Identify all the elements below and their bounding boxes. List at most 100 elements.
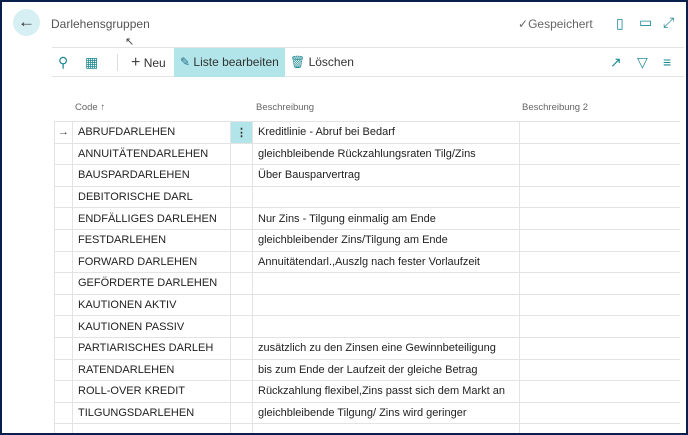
data-table: → ABRUFDARLEHEN ⋮ Kreditlinie - Abruf be… bbox=[54, 121, 680, 433]
cell-description2[interactable] bbox=[519, 293, 680, 317]
row-indicator bbox=[54, 142, 73, 166]
back-button[interactable]: ← bbox=[13, 9, 40, 36]
row-actions-cell[interactable] bbox=[230, 380, 253, 403]
cell-description2[interactable] bbox=[519, 380, 680, 403]
row-actions-cell[interactable] bbox=[230, 336, 253, 360]
cell-description2[interactable] bbox=[519, 121, 680, 144]
cell-description2[interactable] bbox=[519, 185, 680, 209]
table-row[interactable]: TILGUNGSDARLEHEN gleichbleibende Tilgung… bbox=[54, 401, 680, 425]
column-header-description2[interactable]: Beschreibung 2 bbox=[522, 102, 588, 113]
row-actions-cell[interactable] bbox=[230, 228, 253, 252]
row-indicator bbox=[54, 207, 73, 230]
cell-code[interactable]: KAUTIONEN PASSIV bbox=[72, 315, 231, 338]
cell-description[interactable] bbox=[252, 423, 520, 433]
cell-code[interactable]: DEBITORISCHE DARL bbox=[72, 185, 231, 209]
table-row[interactable] bbox=[54, 423, 680, 433]
row-actions-cell[interactable] bbox=[230, 293, 253, 317]
row-indicator bbox=[54, 185, 73, 209]
expand-icon[interactable]: ⤢ bbox=[663, 14, 674, 31]
cell-description[interactable] bbox=[252, 315, 520, 338]
row-actions-cell[interactable] bbox=[230, 142, 253, 166]
table-row[interactable]: DEBITORISCHE DARL bbox=[54, 185, 680, 209]
row-indicator bbox=[54, 272, 73, 295]
cell-description[interactable] bbox=[252, 293, 520, 317]
cell-description2[interactable] bbox=[519, 228, 680, 252]
cell-description2[interactable] bbox=[519, 164, 680, 187]
cell-description[interactable]: Annuitätendarl.,Auszlg nach fester Vorla… bbox=[252, 250, 520, 274]
cell-code[interactable]: ANNUITÄTENDARLEHEN bbox=[72, 142, 231, 166]
search-icon[interactable]: ⚲ bbox=[58, 48, 68, 77]
cell-description[interactable]: zusätzlich zu den Zinsen eine Gewinnbete… bbox=[252, 336, 520, 360]
table-row[interactable]: GEFÖRDERTE DARLEHEN bbox=[54, 272, 680, 295]
table-row[interactable]: ANNUITÄTENDARLEHEN gleichbleibende Rückz… bbox=[54, 142, 680, 166]
table-row[interactable]: KAUTIONEN AKTIV bbox=[54, 293, 680, 317]
cell-description[interactable] bbox=[252, 185, 520, 209]
table-row[interactable]: ENDFÄLLIGES DARLEHEN Nur Zins - Tilgung … bbox=[54, 207, 680, 230]
column-header-code[interactable]: Code ↑ bbox=[75, 102, 105, 113]
row-actions-cell[interactable] bbox=[230, 423, 253, 433]
cell-code[interactable]: PARTIARISCHES DARLEH bbox=[72, 336, 231, 360]
cell-description[interactable]: Nur Zins - Tilgung einmalig am Ende bbox=[252, 207, 520, 230]
view-layout-icon[interactable]: ▦ bbox=[85, 48, 98, 77]
cell-description[interactable]: gleichbleibende Rückzahlungsraten Tilg/Z… bbox=[252, 142, 520, 166]
cell-description[interactable]: gleichbleibender Zins/Tilgung am Ende bbox=[252, 228, 520, 252]
filter-icon[interactable]: ▽ bbox=[637, 48, 648, 77]
cell-description2[interactable] bbox=[519, 423, 680, 433]
open-new-window-icon[interactable]: ▭ bbox=[639, 14, 652, 31]
table-row[interactable]: BAUSPARDARLEHEN Über Bausparvertrag bbox=[54, 164, 680, 187]
cell-description2[interactable] bbox=[519, 358, 680, 382]
cell-code[interactable]: FESTDARLEHEN bbox=[72, 228, 231, 252]
cell-code[interactable]: ABRUFDARLEHEN bbox=[72, 121, 231, 144]
cell-code[interactable]: KAUTIONEN AKTIV bbox=[72, 293, 231, 317]
table-row[interactable]: PARTIARISCHES DARLEH zusätzlich zu den Z… bbox=[54, 336, 680, 360]
row-actions-cell[interactable] bbox=[230, 185, 253, 209]
page-window: ← Darlehensgruppen ↖ ✓Gespeichert ▯ ▭ ⤢ … bbox=[2, 2, 686, 433]
cell-description2[interactable] bbox=[519, 142, 680, 166]
table-row[interactable]: FESTDARLEHEN gleichbleibender Zins/Tilgu… bbox=[54, 228, 680, 252]
cell-code[interactable]: ROLL-OVER KREDIT bbox=[72, 380, 231, 403]
new-button[interactable]: + Neu bbox=[131, 48, 166, 77]
cell-code[interactable] bbox=[72, 423, 231, 433]
row-actions-cell[interactable] bbox=[230, 401, 253, 425]
share-icon[interactable]: ↗ bbox=[610, 48, 622, 77]
bookmark-icon[interactable]: ▯ bbox=[616, 15, 624, 32]
cell-code[interactable]: RATENDARLEHEN bbox=[72, 358, 231, 382]
row-actions-cell[interactable] bbox=[230, 164, 253, 187]
row-actions-cell[interactable] bbox=[230, 315, 253, 338]
column-header-description[interactable]: Beschreibung bbox=[256, 102, 314, 113]
table-row[interactable]: KAUTIONEN PASSIV bbox=[54, 315, 680, 338]
table-row[interactable]: RATENDARLEHEN bis zum Ende der Laufzeit … bbox=[54, 358, 680, 382]
row-indicator bbox=[54, 164, 73, 187]
cell-description2[interactable] bbox=[519, 315, 680, 338]
edit-list-button[interactable]: ✎ Liste bearbeiten bbox=[174, 48, 285, 77]
cell-description2[interactable] bbox=[519, 272, 680, 295]
cell-description[interactable]: Rückzahlung flexibel,Zins passt sich dem… bbox=[252, 380, 520, 403]
cell-description2[interactable] bbox=[519, 207, 680, 230]
cell-description[interactable]: Kreditlinie - Abruf bei Bedarf bbox=[252, 121, 520, 144]
cell-description2[interactable] bbox=[519, 336, 680, 360]
cell-code[interactable]: FORWARD DARLEHEN bbox=[72, 250, 231, 274]
cell-description[interactable]: gleichbleibende Tilgung/ Zins wird gerin… bbox=[252, 401, 520, 425]
row-actions-icon[interactable]: ⋮ bbox=[230, 121, 253, 144]
row-actions-cell[interactable] bbox=[230, 207, 253, 230]
list-view-icon[interactable]: ≡ bbox=[663, 48, 671, 77]
cell-code[interactable]: GEFÖRDERTE DARLEHEN bbox=[72, 272, 231, 295]
row-actions-cell[interactable] bbox=[230, 272, 253, 295]
cell-description2[interactable] bbox=[519, 250, 680, 274]
row-actions-cell[interactable] bbox=[230, 358, 253, 382]
table-row[interactable]: ROLL-OVER KREDIT Rückzahlung flexibel,Zi… bbox=[54, 380, 680, 403]
cell-code[interactable]: TILGUNGSDARLEHEN bbox=[72, 401, 231, 425]
cell-description[interactable]: bis zum Ende der Laufzeit der gleiche Be… bbox=[252, 358, 520, 382]
cell-code[interactable]: ENDFÄLLIGES DARLEHEN bbox=[72, 207, 231, 230]
saved-status: ✓Gespeichert bbox=[518, 17, 593, 31]
table-row[interactable]: FORWARD DARLEHEN Annuitätendarl.,Auszlg … bbox=[54, 250, 680, 274]
check-icon: ✓ bbox=[518, 17, 529, 31]
delete-button[interactable]: 🗑 Löschen bbox=[290, 48, 354, 77]
cell-description[interactable]: Über Bausparvertrag bbox=[252, 164, 520, 187]
row-actions-cell[interactable] bbox=[230, 250, 253, 274]
cell-code[interactable]: BAUSPARDARLEHEN bbox=[72, 164, 231, 187]
table-row[interactable]: → ABRUFDARLEHEN ⋮ Kreditlinie - Abruf be… bbox=[54, 121, 680, 144]
cell-description[interactable] bbox=[252, 272, 520, 295]
delete-label: Löschen bbox=[308, 55, 354, 69]
cell-description2[interactable] bbox=[519, 401, 680, 425]
